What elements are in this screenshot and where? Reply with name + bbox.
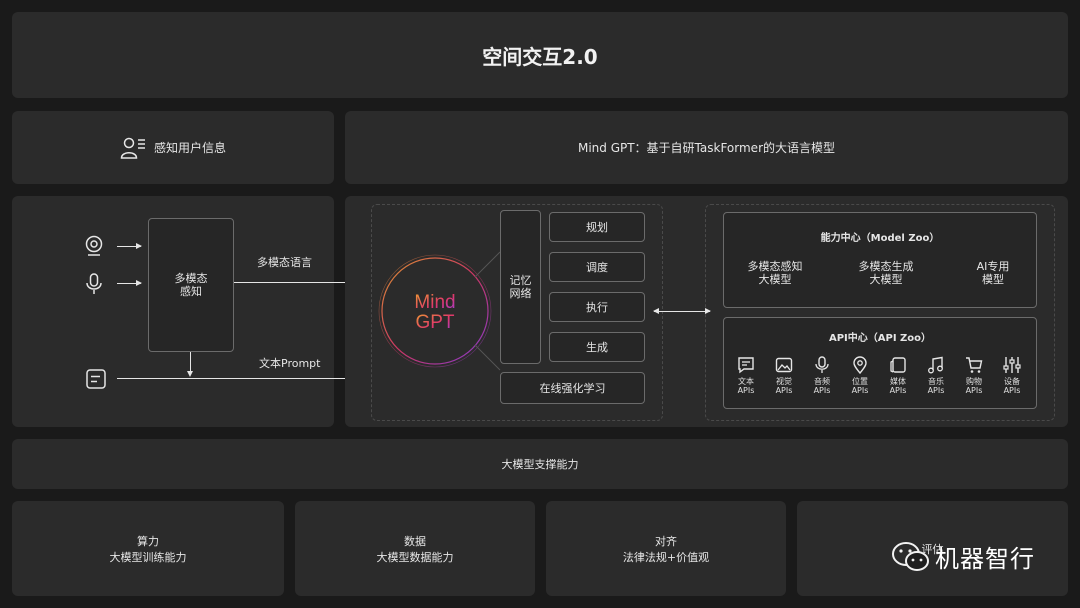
perception-down-arrowhead bbox=[187, 371, 193, 377]
api-label-music: 音乐 APIs bbox=[927, 377, 945, 395]
shopping-cart-icon bbox=[966, 357, 983, 373]
alignment-title: 对齐 bbox=[655, 534, 677, 548]
bottom-block-compute: 算力 大模型训练能力 bbox=[12, 501, 284, 596]
bottom-block-data: 数据 大模型数据能力 bbox=[295, 501, 535, 596]
location-pin-icon bbox=[853, 356, 867, 374]
support-label: 大模型支撑能力 bbox=[501, 458, 579, 471]
media-icon bbox=[890, 357, 906, 373]
microphone-icon bbox=[86, 273, 102, 294]
bottom-block-alignment: 对齐 法律法规+价值观 bbox=[546, 501, 786, 596]
model-zoo-title: 能力中心（Model Zoo） bbox=[820, 233, 940, 244]
wechat-icon bbox=[892, 541, 929, 571]
sliders-icon bbox=[1003, 357, 1021, 373]
task-planning: 规划 bbox=[549, 212, 645, 242]
task-execution: 执行 bbox=[549, 292, 645, 322]
mindgpt-logo: Mind GPT bbox=[378, 251, 501, 371]
api-label-audio: 音频 APIs bbox=[813, 377, 831, 395]
data-subtitle: 大模型数据能力 bbox=[376, 550, 454, 564]
perception-panel: 感知用户信息 bbox=[12, 111, 334, 184]
model-zoo-item-generation: 多模态生成 大模型 bbox=[858, 260, 914, 286]
model-zoo-item-ai-special: AI专用 模型 bbox=[976, 260, 1010, 286]
alignment-subtitle: 法律法规+价值观 bbox=[622, 550, 710, 564]
image-icon bbox=[775, 357, 793, 373]
camera-arrow bbox=[117, 243, 142, 249]
api-item-shopping: 购物 APIs bbox=[956, 356, 992, 395]
multimodal-language-label: 多模态语言 bbox=[257, 256, 312, 269]
api-label-vision: 视觉 APIs bbox=[775, 377, 793, 395]
perception-label: 感知用户信息 bbox=[153, 141, 226, 155]
api-item-vision: 视觉 APIs bbox=[766, 356, 802, 395]
api-item-text: 文本 APIs bbox=[728, 356, 764, 395]
title-bar: 空间交互2.0 bbox=[12, 12, 1068, 98]
mindgpt-logo-line2: GPT bbox=[415, 312, 454, 333]
microphone-arrow bbox=[117, 280, 142, 286]
multimodal-perception-box: 多模态 感知 bbox=[148, 218, 234, 352]
api-item-device: 设备 APIs bbox=[994, 356, 1030, 395]
mindgpt-logo-line1: Mind bbox=[414, 292, 455, 313]
mindgpt-header-label: Mind GPT：基于自研TaskFormer的大语言模型 bbox=[577, 141, 836, 155]
text-prompt-arrow bbox=[117, 375, 361, 381]
online-reinforcement-learning-box: 在线强化学习 bbox=[500, 372, 645, 404]
text-prompt-label: 文本Prompt bbox=[259, 357, 321, 370]
api-item-audio: 音频 APIs bbox=[804, 356, 840, 395]
user-list-icon bbox=[120, 137, 145, 159]
api-item-media: 媒体 APIs bbox=[880, 356, 916, 395]
bidirectional-arrow bbox=[653, 308, 711, 314]
mindgpt-header-panel: Mind GPT：基于自研TaskFormer的大语言模型 bbox=[345, 111, 1068, 184]
text-doc-icon bbox=[86, 369, 106, 389]
camera-icon bbox=[85, 235, 103, 256]
api-item-location: 位置 APIs bbox=[842, 356, 878, 395]
api-label-location: 位置 APIs bbox=[851, 377, 869, 395]
api-label-media: 媒体 APIs bbox=[889, 377, 907, 395]
watermark: 机器智行 bbox=[891, 539, 1035, 574]
data-title: 数据 bbox=[404, 534, 426, 548]
microphone-icon bbox=[815, 356, 829, 373]
music-note-icon bbox=[928, 356, 943, 374]
compute-subtitle: 大模型训练能力 bbox=[109, 550, 187, 564]
api-label-text: 文本 APIs bbox=[737, 377, 755, 395]
model-zoo-item-perception: 多模态感知 大模型 bbox=[747, 260, 803, 286]
api-label-device: 设备 APIs bbox=[1003, 377, 1021, 395]
api-label-shopping: 购物 APIs bbox=[965, 377, 983, 395]
memory-network-box: 记忆 网络 bbox=[500, 210, 541, 364]
api-zoo-title: API中心（API Zoo） bbox=[828, 333, 932, 344]
multimodal-language-arrow bbox=[234, 279, 361, 285]
api-item-music: 音乐 APIs bbox=[918, 356, 954, 395]
text-icon bbox=[738, 357, 754, 374]
task-scheduling: 调度 bbox=[549, 252, 645, 282]
task-generation: 生成 bbox=[549, 332, 645, 362]
perception-down-line bbox=[190, 352, 191, 372]
compute-title: 算力 bbox=[137, 534, 159, 548]
support-bar: 大模型支撑能力 bbox=[12, 439, 1068, 489]
page-title: 空间交互2.0 bbox=[482, 44, 598, 69]
watermark-text: 机器智行 bbox=[935, 545, 1035, 573]
